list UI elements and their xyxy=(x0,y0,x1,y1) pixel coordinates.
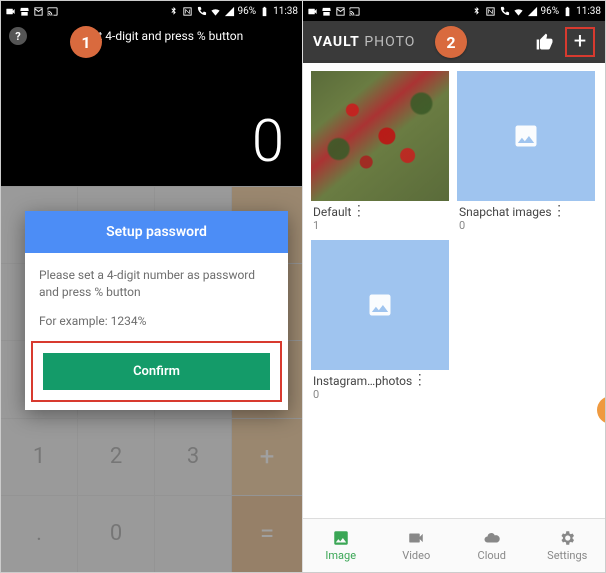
phone-icon xyxy=(196,6,207,17)
thumbs-up-icon[interactable] xyxy=(535,32,555,52)
album-item[interactable]: Instagram…photos 0 ⋮ xyxy=(311,240,449,401)
dialog-title: Setup password xyxy=(25,211,288,253)
clock-time: 11:38 xyxy=(273,6,298,17)
phone-icon xyxy=(499,6,510,17)
albums-grid: Default 1 ⋮ Snapchat images 0 ⋮ xyxy=(303,63,605,518)
signal-icon xyxy=(527,6,538,17)
wifi-icon xyxy=(513,6,524,17)
cloud-icon xyxy=(481,529,503,547)
album-count: 0 xyxy=(459,219,552,232)
bluetooth-icon xyxy=(471,6,482,17)
battery-icon xyxy=(259,6,270,17)
store-icon xyxy=(19,6,30,17)
album-name: Default xyxy=(313,205,351,219)
nfc-icon xyxy=(485,6,496,17)
highlight-box: Confirm xyxy=(31,341,282,402)
bottom-nav: Image Video Cloud Settings xyxy=(303,518,605,572)
confirm-button[interactable]: Confirm xyxy=(43,353,270,390)
video-icon xyxy=(405,529,427,547)
step-badge-2: 2 xyxy=(435,26,467,58)
phone-screen-calculator: 96% 11:38 ? put 4-digit and press % butt… xyxy=(1,1,303,572)
picture-icon xyxy=(362,291,398,319)
picture-icon xyxy=(508,122,544,150)
nfc-icon xyxy=(182,6,193,17)
battery-pct: 96% xyxy=(238,6,257,17)
clock-time: 11:38 xyxy=(576,6,601,17)
app-title: VAULT PHOTO xyxy=(313,34,415,50)
app-header: ? put 4-digit and press % button xyxy=(1,21,302,51)
album-thumb[interactable] xyxy=(457,71,595,201)
nav-video[interactable]: Video xyxy=(379,519,455,572)
calculator-display: 0 xyxy=(1,51,302,186)
signal-icon xyxy=(224,6,235,17)
setup-password-dialog: Setup password Please set a 4-digit numb… xyxy=(25,211,288,410)
mail-icon xyxy=(33,6,44,17)
help-icon[interactable]: ? xyxy=(9,27,27,45)
more-icon[interactable]: ⋮ xyxy=(351,205,365,217)
header-hint: put 4-digit and press % button xyxy=(85,29,243,43)
album-count: 1 xyxy=(313,219,351,232)
status-bar: 96% 11:38 xyxy=(1,1,302,21)
mail-icon xyxy=(335,6,346,17)
gear-icon xyxy=(556,529,578,547)
cast-icon xyxy=(349,6,360,17)
image-icon xyxy=(330,529,352,547)
phone-screen-vault: 96% 11:38 VAULT PHOTO + Default 1 xyxy=(303,1,605,572)
status-bar: 96% 11:38 xyxy=(303,1,605,21)
album-name: Snapchat images xyxy=(459,205,552,219)
step-badge-1: 1 xyxy=(70,26,102,58)
bluetooth-icon xyxy=(168,6,179,17)
video-icon xyxy=(307,6,318,17)
battery-icon xyxy=(562,6,573,17)
store-icon xyxy=(321,6,332,17)
nav-cloud[interactable]: Cloud xyxy=(454,519,530,572)
dialog-example-text: For example: 1234% xyxy=(39,313,274,330)
album-count: 0 xyxy=(313,388,412,401)
cast-icon xyxy=(47,6,58,17)
album-item[interactable]: Snapchat images 0 ⋮ xyxy=(457,71,595,232)
dialog-body-text: Please set a 4-digit number as password … xyxy=(39,267,274,301)
add-button[interactable]: + xyxy=(565,27,595,57)
nav-settings[interactable]: Settings xyxy=(530,519,606,572)
video-icon xyxy=(5,6,16,17)
album-thumb[interactable] xyxy=(311,240,449,370)
nav-image[interactable]: Image xyxy=(303,519,379,572)
more-icon[interactable]: ⋮ xyxy=(412,374,426,386)
wifi-icon xyxy=(210,6,221,17)
album-item[interactable]: Default 1 ⋮ xyxy=(311,71,449,232)
album-name: Instagram…photos xyxy=(313,374,412,388)
battery-pct: 96% xyxy=(541,6,560,17)
more-icon[interactable]: ⋮ xyxy=(552,205,566,217)
album-thumb[interactable] xyxy=(311,71,449,201)
